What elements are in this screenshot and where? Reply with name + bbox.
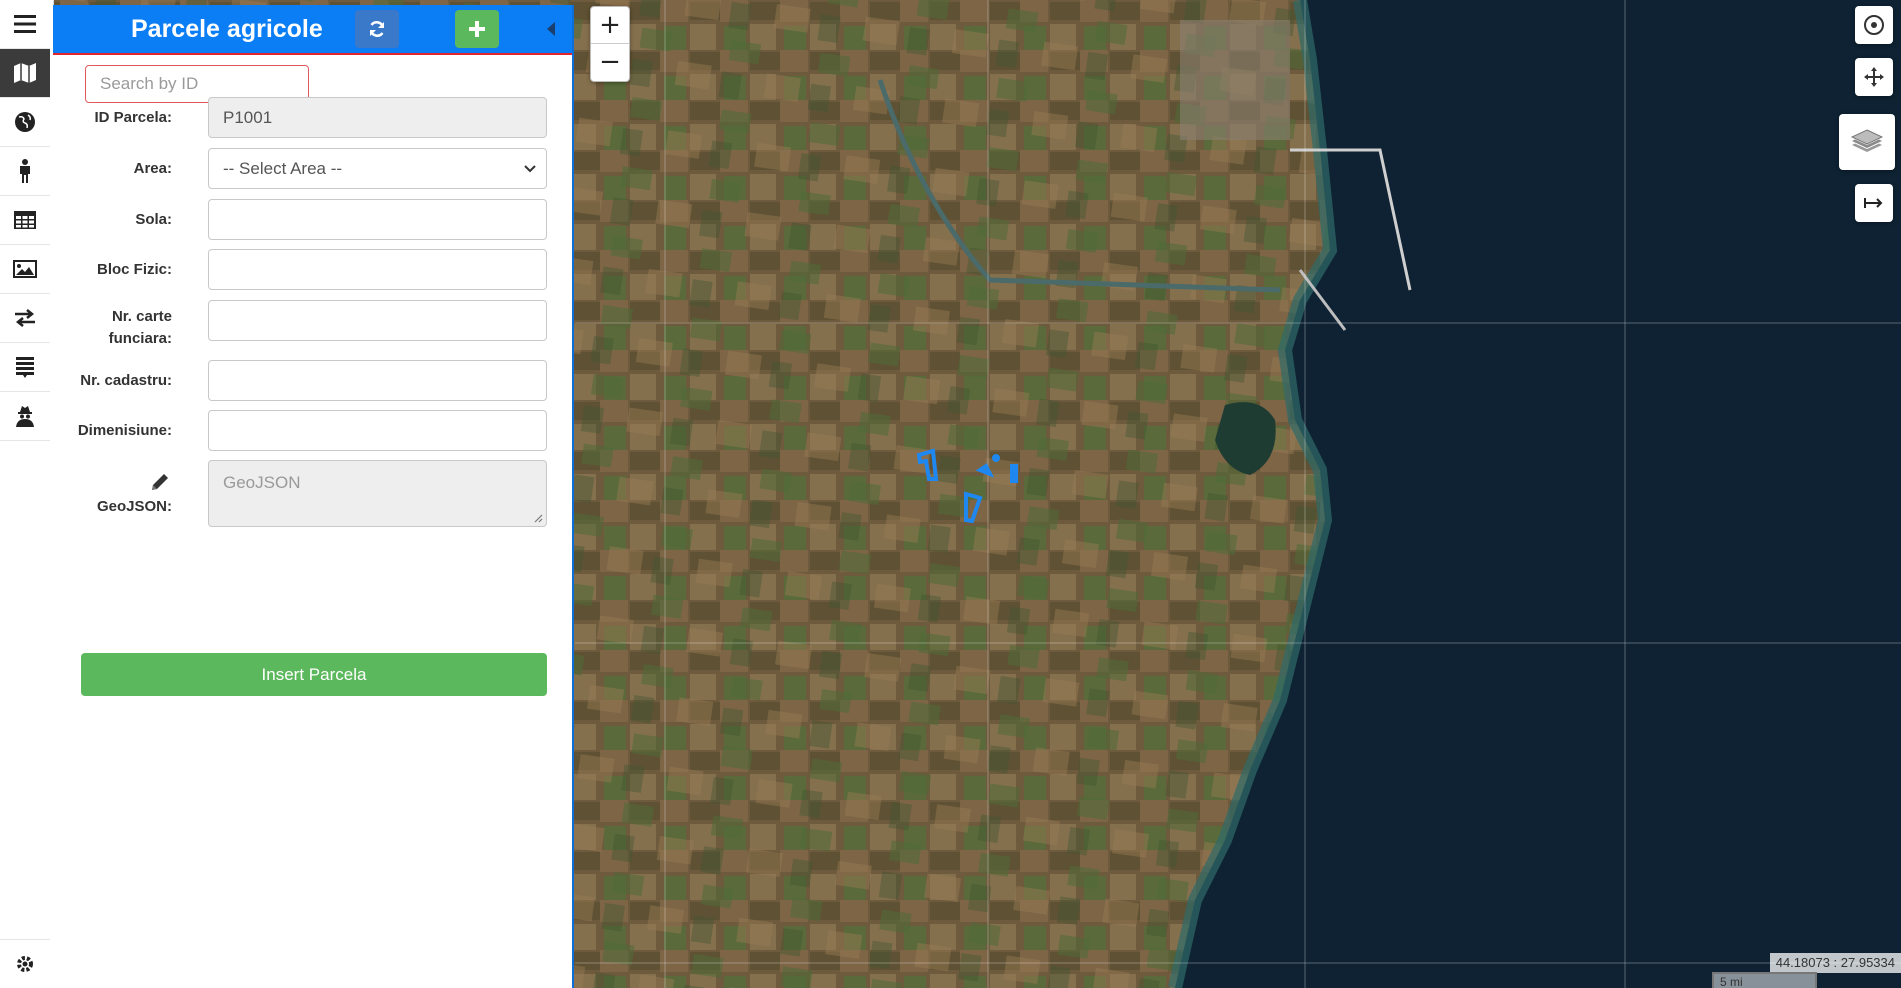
sidebar-item-settings[interactable] <box>0 939 50 988</box>
bloc-fizic-label: Bloc Fizic: <box>96 261 172 278</box>
id-label: ID Parcela: <box>94 109 172 126</box>
sidebar-item-map[interactable] <box>0 49 50 98</box>
geojson-label-group: GeoJSON: <box>62 470 172 518</box>
pencil-icon[interactable] <box>148 470 172 494</box>
insert-parcela-button[interactable]: Insert Parcela <box>81 653 547 696</box>
cadastru-label: Nr. cadastru: <box>80 372 172 389</box>
geojson-label: GeoJSON: <box>96 498 172 515</box>
sola-field[interactable] <box>208 199 547 240</box>
dimensiune-field[interactable] <box>208 410 547 451</box>
menu-toggle-button[interactable] <box>0 0 50 49</box>
add-button[interactable] <box>455 10 499 48</box>
area-select-value: -- Select Area -- <box>223 158 343 178</box>
zoom-in-button[interactable]: + <box>591 7 629 43</box>
sidebar-item-globe[interactable] <box>0 98 50 147</box>
parcels-panel: Parcele agricole ID Parcela: P1001 Area: <box>53 5 574 988</box>
parcel-shape <box>1010 464 1018 483</box>
carte-label-line1: Nr. carte <box>111 308 172 325</box>
layers-icon <box>1850 129 1884 152</box>
panel-header: Parcele agricole <box>53 5 572 55</box>
sidebar-item-table[interactable] <box>0 196 50 245</box>
collapse-panel-button[interactable] <box>541 19 561 39</box>
geojson-textarea[interactable]: GeoJSON <box>208 460 547 527</box>
table-icon <box>14 211 36 229</box>
bloc-fizic-field[interactable] <box>208 249 547 290</box>
geojson-placeholder: GeoJSON <box>223 473 301 492</box>
gear-icon <box>17 956 33 972</box>
exchange-icon <box>15 309 35 327</box>
form-row-geojson: GeoJSON: GeoJSON <box>53 460 574 527</box>
id-parcela-field[interactable]: P1001 <box>208 97 547 138</box>
sidebar-item-person[interactable] <box>0 147 50 196</box>
locate-button[interactable] <box>1855 6 1893 44</box>
caret-left-icon <box>547 22 555 36</box>
refresh-icon <box>369 21 385 37</box>
sidebar-item-image[interactable] <box>0 245 50 294</box>
globe-icon <box>15 112 35 132</box>
image-icon <box>13 260 37 278</box>
dimensiune-label: Dimenisiune: <box>77 422 172 439</box>
sidebar-item-list[interactable] <box>0 343 50 392</box>
refresh-button[interactable] <box>355 10 399 48</box>
arrow-right-bar-icon <box>1864 198 1883 208</box>
area-select[interactable]: -- Select Area -- <box>208 148 547 189</box>
person-icon <box>20 159 30 183</box>
user-secret-icon <box>16 406 34 427</box>
parcel-shape <box>992 454 1000 462</box>
sola-label: Sola: <box>135 211 172 228</box>
hamburger-icon <box>14 15 36 33</box>
carte-funciara-label: Nr. carte funciara: <box>62 306 172 350</box>
locate-icon <box>1864 15 1884 35</box>
cadastru-field[interactable] <box>208 360 547 401</box>
chevron-down-icon <box>524 164 536 172</box>
sidebar-item-transfer[interactable] <box>0 294 50 343</box>
move-arrows-icon <box>1864 67 1884 87</box>
panel-title: Parcele agricole <box>131 15 323 43</box>
sidebar-icon-bar <box>0 0 54 988</box>
map-icon <box>14 63 36 83</box>
resize-grip-icon[interactable] <box>533 513 543 523</box>
carte-label-line2: funciara: <box>108 330 172 347</box>
list-stack-icon <box>16 357 34 378</box>
area-label: Area: <box>133 160 172 177</box>
zoom-control: + − <box>590 6 630 82</box>
coordinates-readout: 44.18073 : 27.95334 <box>1769 953 1901 973</box>
scale-bar: 5 mi <box>1712 972 1817 988</box>
zoom-out-button[interactable]: − <box>591 43 629 80</box>
layers-button[interactable] <box>1839 114 1895 170</box>
pan-button[interactable] <box>1855 58 1893 96</box>
carte-funciara-field[interactable] <box>208 300 547 341</box>
measure-button[interactable] <box>1855 184 1893 222</box>
plus-icon <box>469 21 485 37</box>
sidebar-item-user-secret[interactable] <box>0 392 50 441</box>
